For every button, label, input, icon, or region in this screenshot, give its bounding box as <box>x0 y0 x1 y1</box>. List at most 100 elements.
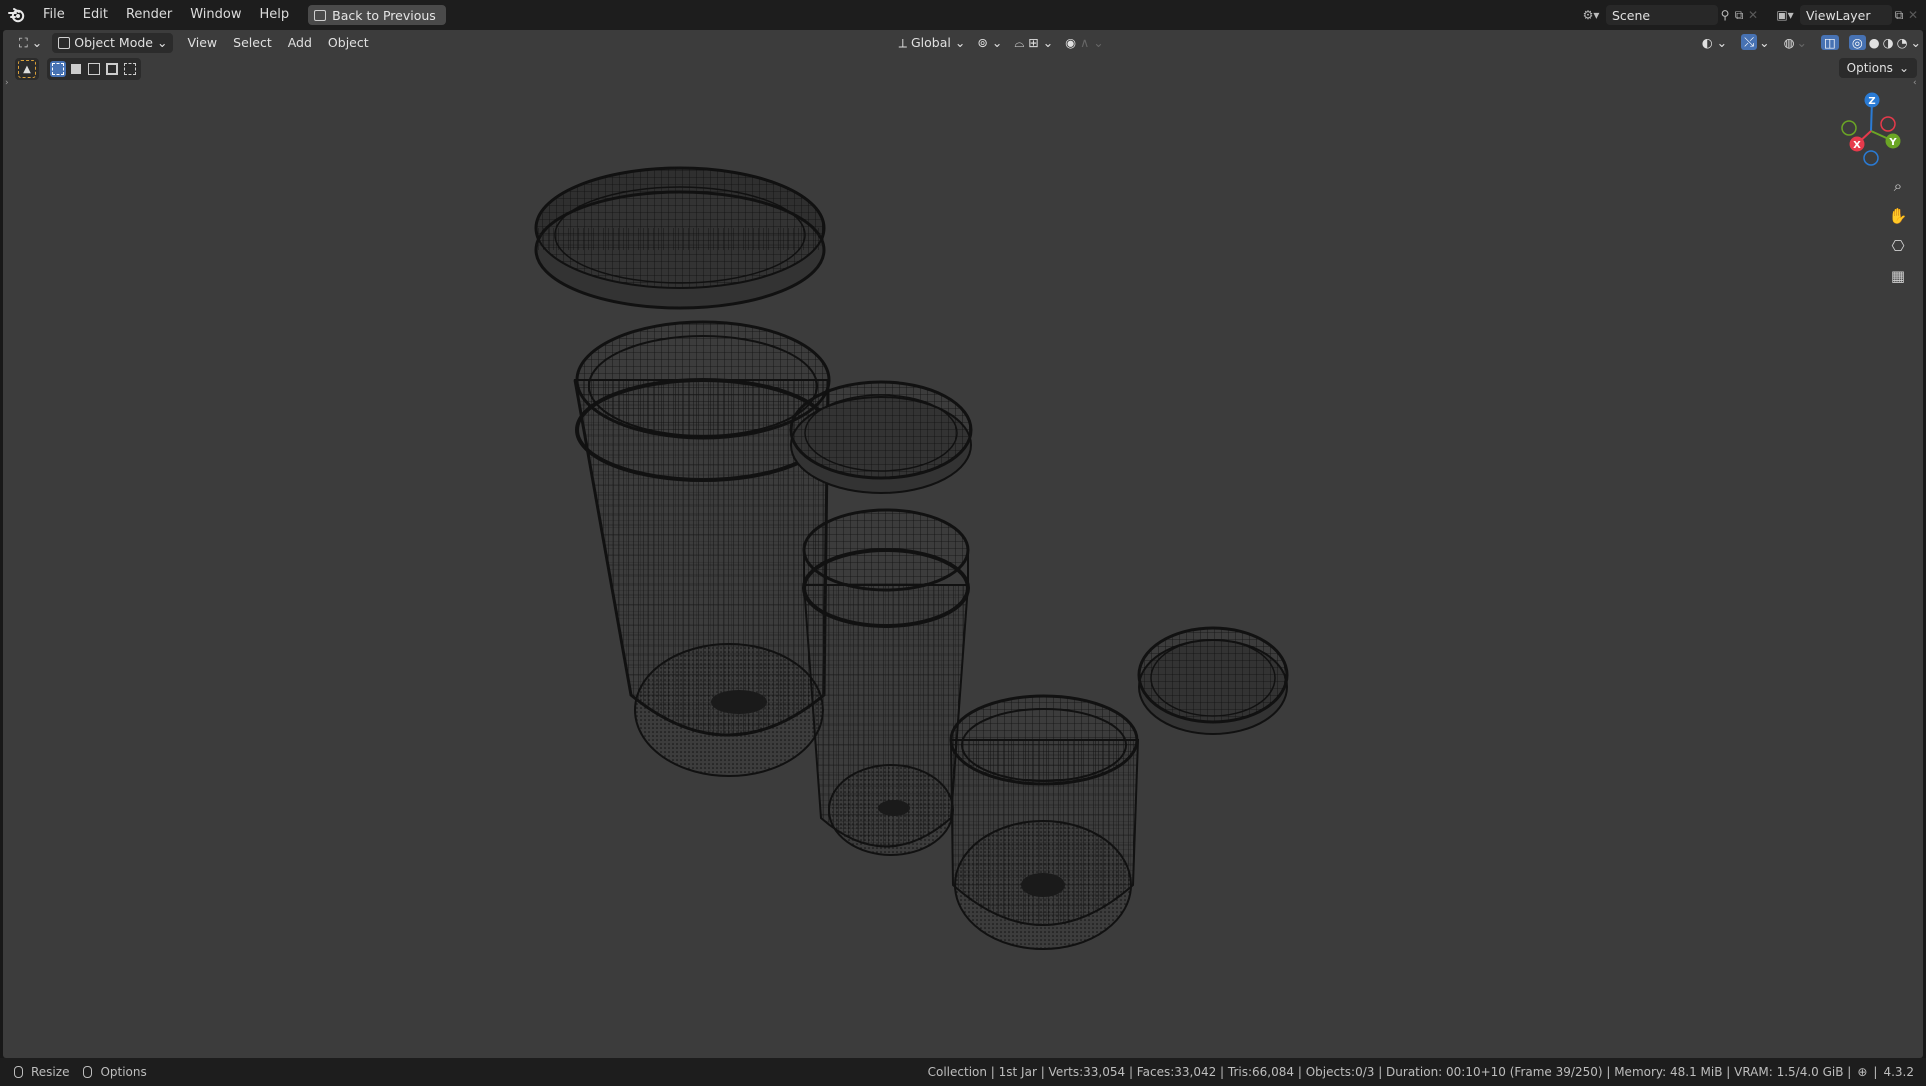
snap-icon: ⌓ <box>1014 34 1025 50</box>
menu-help[interactable]: Help <box>251 0 299 30</box>
status-action: Resize <box>31 1065 70 1079</box>
overlay-icon: ◍ <box>1783 34 1795 50</box>
select-tool-icon: ▲ <box>18 60 36 78</box>
select-extend-icon[interactable] <box>68 61 84 77</box>
zoom-icon[interactable]: ⌕ <box>1885 174 1911 198</box>
menu-view[interactable]: View <box>179 35 225 50</box>
view-layer-field[interactable]: ViewLayer <box>1800 5 1892 25</box>
menu-object[interactable]: Object <box>320 35 377 50</box>
rendered-shading-icon[interactable]: ◔ <box>1897 35 1908 50</box>
new-scene-icon[interactable]: ⧉ <box>1732 8 1746 22</box>
proportional-edit-toggle[interactable]: ◉ ∧ ⌄ <box>1059 33 1110 53</box>
view-layer-selector-icon[interactable]: ▣▾ <box>1770 8 1800 22</box>
editor-type-dropdown[interactable]: ⛶ ⌄ <box>13 33 48 53</box>
back-to-previous-button[interactable]: Back to Previous <box>308 5 446 25</box>
small-jar-lid[interactable] <box>1137 626 1289 735</box>
medium-jar-body[interactable] <box>802 508 970 856</box>
scene-field[interactable]: Scene <box>1606 5 1718 25</box>
pivot-icon: ⊚ <box>977 35 988 50</box>
back-icon <box>314 9 327 21</box>
chevron-down-icon: ⌄ <box>31 35 43 50</box>
transform-orientation-dropdown[interactable]: ⟂ Global ⌄ <box>893 33 972 53</box>
medium-jar-lid[interactable] <box>789 380 973 494</box>
editor-type-icon: ⛶ <box>19 34 28 50</box>
selection-mode-group <box>47 58 141 80</box>
navigation-gizmo[interactable]: Z Y X <box>1833 86 1913 176</box>
chevron-down-icon: ⌄ <box>1042 35 1054 50</box>
material-shading-icon[interactable]: ◑ <box>1883 35 1894 50</box>
blender-version: 4.3.2 <box>1883 1065 1914 1079</box>
xray-toggle[interactable]: ◫ <box>1815 32 1845 52</box>
select-intersect-icon[interactable] <box>122 61 138 77</box>
scene-statistics: Collection | 1st Jar | Verts:33,054 | Fa… <box>927 1065 1852 1079</box>
scene-name: Scene <box>1612 7 1651 23</box>
navigation-buttons: ⌕ ✋ ⎔ ▦ <box>1885 174 1911 288</box>
menu-edit[interactable]: Edit <box>74 0 117 30</box>
main-menu: File Edit Render Window Help <box>34 0 298 30</box>
view-layer-name: ViewLayer <box>1806 7 1871 23</box>
mouse-right-icon <box>83 1066 93 1078</box>
scene-selector-icon[interactable]: ⚙▾ <box>1576 8 1606 22</box>
grid-icon[interactable]: ▦ <box>1885 264 1911 288</box>
large-jar-body[interactable] <box>573 320 831 777</box>
status-left: Resize Options <box>0 1065 147 1079</box>
left-panel-toggle-icon[interactable]: › <box>5 78 13 88</box>
pivot-dropdown[interactable]: ⊚ ⌄ <box>971 33 1008 53</box>
gizmo-toggle[interactable]: ⤯ ⌄ <box>1735 32 1776 52</box>
gizmo-neg-z[interactable] <box>1863 150 1879 166</box>
transform-orientation-icon: ⟂ <box>898 34 907 50</box>
status-options: Options <box>100 1065 147 1079</box>
new-view-layer-icon[interactable]: ⧉ <box>1892 8 1906 22</box>
active-tool[interactable]: ▲ <box>15 58 39 80</box>
wireframe-shading-icon[interactable]: ◎ <box>1848 34 1866 50</box>
top-right-controls: ⚙▾ Scene ⚲ ⧉ ✕ ▣▾ ViewLayer ⧉ ✕ <box>1576 0 1926 30</box>
chevron-down-icon: ⌄ <box>157 35 168 50</box>
chevron-down-icon: ⌄ <box>1716 34 1728 50</box>
small-jar-body[interactable] <box>949 694 1140 950</box>
select-invert-icon[interactable] <box>104 61 120 77</box>
gizmo-neg-x[interactable] <box>1880 116 1896 132</box>
gizmo-x-label: X <box>1853 140 1861 151</box>
shading-modes: ◎ ● ◑ ◔ ⌄ <box>1847 32 1923 52</box>
viewport-header: ⛶ ⌄ Object Mode ⌄ View Select Add Object … <box>3 30 1923 55</box>
pin-icon[interactable]: ⚲ <box>1718 8 1732 22</box>
blender-logo-icon[interactable] <box>0 0 34 30</box>
3d-viewport[interactable]: ⛶ ⌄ Object Mode ⌄ View Select Add Object … <box>3 30 1923 1058</box>
delete-scene-icon[interactable]: ✕ <box>1746 8 1760 22</box>
mode-dropdown[interactable]: Object Mode ⌄ <box>52 32 174 53</box>
chevron-down-icon: ⌄ <box>954 35 966 50</box>
visibility-dropdown[interactable]: ◐ ⌄ <box>1696 32 1733 52</box>
proportional-edit-icon: ◉ <box>1065 35 1077 50</box>
status-bar: Resize Options Collection | 1st Jar | Ve… <box>0 1058 1926 1086</box>
select-new-icon[interactable] <box>50 61 66 77</box>
select-subtract-icon[interactable] <box>86 61 102 77</box>
menu-render[interactable]: Render <box>117 0 181 30</box>
overlay-toggle[interactable]: ◍ ⌄ <box>1778 32 1813 52</box>
delete-view-layer-icon[interactable]: ✕ <box>1906 8 1920 22</box>
gizmo-y-label: Y <box>1888 137 1897 148</box>
menu-file[interactable]: File <box>34 0 74 30</box>
status-right: Collection | 1st Jar | Verts:33,054 | Fa… <box>928 1065 1914 1079</box>
options-label: Options <box>1846 61 1893 75</box>
large-jar-lid[interactable] <box>534 166 826 310</box>
pan-hand-icon[interactable]: ✋ <box>1885 204 1911 228</box>
gizmo-neg-y[interactable] <box>1841 120 1857 136</box>
right-panel-toggle-icon[interactable]: ‹ <box>1913 78 1921 88</box>
chevron-down-icon: ⌄ <box>1093 35 1104 50</box>
chevron-down-icon: ⌄ <box>1759 34 1770 50</box>
menu-add[interactable]: Add <box>280 35 320 50</box>
snap-toggle[interactable]: ⌓ ⊞ ⌄ <box>1008 33 1059 53</box>
chevron-down-icon: ⌄ <box>1796 34 1808 50</box>
transform-orientation-label: Global <box>910 35 951 50</box>
chevron-down-icon[interactable]: ⌄ <box>1911 35 1921 50</box>
menu-select[interactable]: Select <box>225 35 280 50</box>
falloff-icon: ∧ <box>1080 35 1090 50</box>
menu-window[interactable]: Window <box>181 0 250 30</box>
network-icon: ⊕ <box>1857 1065 1868 1079</box>
options-dropdown[interactable]: Options ⌄ <box>1838 58 1917 78</box>
wireframe-scene[interactable] <box>3 30 1923 1058</box>
tool-settings-row: ▲ <box>15 58 141 80</box>
camera-icon[interactable]: ⎔ <box>1885 234 1911 258</box>
gizmo-icon: ⤯ <box>1741 34 1758 50</box>
solid-shading-icon[interactable]: ● <box>1869 35 1880 50</box>
